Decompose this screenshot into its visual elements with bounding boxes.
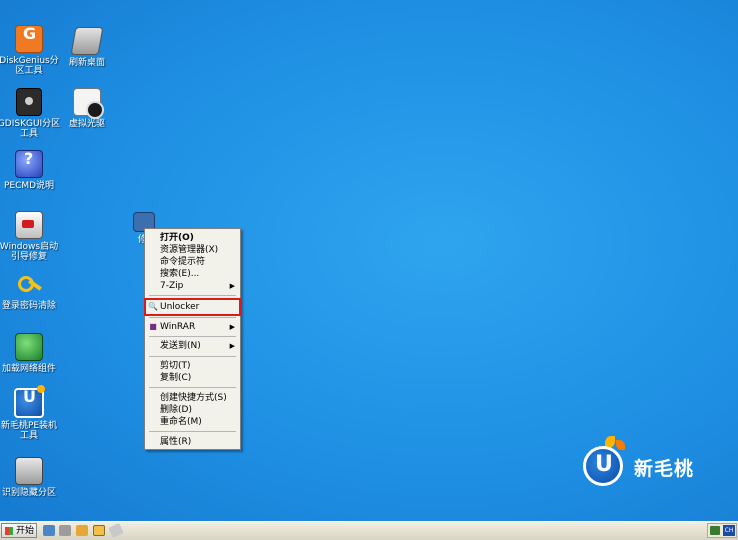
start-button[interactable]: 开始 — [1, 523, 37, 538]
submenu-arrow-icon: ▶ — [229, 323, 235, 331]
menu-item-7zip[interactable]: 7-Zip ▶ — [147, 280, 238, 292]
unlocker-icon: 🔍 — [148, 302, 158, 311]
desktop-icon-xmt-installer[interactable]: 新毛桃PE装机工具 — [0, 385, 61, 441]
key-icon — [16, 272, 42, 298]
desktop-icon-label: PECMD说明 — [3, 181, 55, 191]
language-indicator[interactable]: CH — [723, 525, 735, 536]
windows-flag-icon — [5, 527, 13, 535]
refresh-desktop-icon — [70, 27, 104, 55]
menu-item-label: 发送到(N) — [160, 341, 201, 351]
menu-item-open[interactable]: 打开(O) — [147, 232, 238, 244]
desktop-icon-password-clear[interactable]: 登录密码清除 — [0, 272, 61, 311]
desktop-icon-label: DiskGenius分区工具 — [0, 56, 59, 76]
desktop: DiskGenius分区工具 刷新桌面 GDISKGUI分区工具 虚拟光驱 PE… — [0, 0, 738, 540]
desktop-icon-label: 虚拟光驱 — [68, 119, 105, 129]
winrar-icon: ■ — [149, 322, 157, 331]
menu-item-label: WinRAR — [160, 322, 196, 332]
menu-item-label: 删除(D) — [160, 405, 192, 415]
menu-item-label: 资源管理器(X) — [160, 245, 219, 255]
help-icon — [15, 150, 43, 178]
start-label: 开始 — [16, 526, 35, 536]
leaf-icon — [616, 440, 625, 450]
desktop-icon-gdiskgui[interactable]: GDISKGUI分区工具 — [0, 88, 61, 139]
desktop-icon-label: 登录密码清除 — [1, 301, 56, 311]
menu-item-label: 命令提示符 — [160, 257, 206, 267]
context-menu: 打开(O) 资源管理器(X) 命令提示符 搜索(E)... 7-Zip ▶ 🔍 Un… — [144, 228, 241, 450]
desktop-icon-refresh[interactable]: 刷新桌面 — [55, 27, 119, 68]
xmt-installer-icon — [14, 385, 45, 418]
diskgenius-icon — [15, 25, 43, 53]
menu-item-send-to[interactable]: 发送到(N) ▶ — [147, 340, 238, 352]
menu-item-properties[interactable]: 属性(R) — [147, 436, 238, 448]
submenu-arrow-icon: ▶ — [229, 282, 235, 290]
menu-item-label: 创建快捷方式(S) — [160, 393, 227, 403]
boot-repair-icon — [15, 211, 43, 239]
menu-item-winrar[interactable]: ■ WinRAR ▶ — [147, 321, 238, 333]
tool-icon[interactable] — [59, 525, 71, 536]
menu-separator — [149, 336, 236, 337]
menu-item-unlocker[interactable]: 🔍 Unlocker — [144, 298, 241, 316]
desktop-icon-boot-repair[interactable]: Windows启动引导修复 — [0, 211, 61, 262]
menu-item-search[interactable]: 搜索(E)... — [147, 268, 238, 280]
tray-app-icon[interactable] — [710, 526, 720, 535]
virtual-cd-icon — [73, 88, 104, 119]
menu-item-rename[interactable]: 重命名(M) — [147, 416, 238, 428]
network-icon — [15, 333, 43, 361]
menu-item-create-shortcut[interactable]: 创建快捷方式(S) — [147, 392, 238, 404]
brand-text: 新毛桃 — [634, 458, 695, 480]
menu-item-label: Unlocker — [160, 302, 200, 312]
drive-icon — [15, 457, 43, 485]
menu-separator — [149, 356, 236, 357]
folder-icon[interactable] — [76, 525, 88, 536]
desktop-icon-hidden-partition[interactable]: 识别隐藏分区 — [0, 457, 61, 498]
desktop-icon-virtual-cd[interactable]: 虚拟光驱 — [55, 88, 119, 129]
menu-separator — [149, 317, 236, 318]
menu-item-label: 复制(C) — [160, 373, 192, 383]
desktop-icon-label: Windows启动引导修复 — [0, 242, 59, 262]
menu-item-label: 7-Zip — [160, 281, 184, 291]
desktop-icon-diskgenius[interactable]: DiskGenius分区工具 — [0, 25, 61, 76]
brand-watermark: 新毛桃 — [583, 436, 733, 488]
taskbar: 开始 CH — [0, 521, 738, 540]
desktop-icon-label: 刷新桌面 — [68, 58, 105, 68]
desktop-icon-network[interactable]: 加载网络组件 — [0, 333, 61, 374]
desktop-icon[interactable] — [43, 525, 55, 536]
desktop-icon-pecmd[interactable]: PECMD说明 — [0, 150, 61, 191]
menu-item-label: 剪切(T) — [160, 361, 191, 371]
explorer-icon[interactable] — [93, 525, 105, 536]
desktop-icon-label: 识别隐藏分区 — [1, 488, 56, 498]
desktop-icon-label: 加载网络组件 — [1, 364, 56, 374]
desktop-icon-label: GDISKGUI分区工具 — [0, 119, 61, 139]
menu-separator — [149, 295, 236, 296]
eraser-icon[interactable] — [108, 522, 124, 539]
menu-item-explorer[interactable]: 资源管理器(X) — [147, 244, 238, 256]
gdisk-icon — [16, 88, 42, 116]
menu-item-label: 打开(O) — [160, 233, 194, 243]
menu-separator — [149, 431, 236, 432]
menu-item-copy[interactable]: 复制(C) — [147, 372, 238, 384]
menu-item-label: 重命名(M) — [160, 417, 202, 427]
submenu-arrow-icon: ▶ — [229, 342, 235, 350]
menu-item-label: 属性(R) — [160, 437, 192, 447]
menu-item-cut[interactable]: 剪切(T) — [147, 360, 238, 372]
menu-separator — [149, 387, 236, 388]
menu-item-label: 搜索(E)... — [160, 269, 200, 279]
system-tray: CH — [707, 523, 737, 538]
xmt-logo-icon — [583, 446, 623, 486]
menu-item-delete[interactable]: 删除(D) — [147, 404, 238, 416]
menu-item-command-prompt[interactable]: 命令提示符 — [147, 256, 238, 268]
desktop-icon-label: 新毛桃PE装机工具 — [0, 421, 58, 441]
